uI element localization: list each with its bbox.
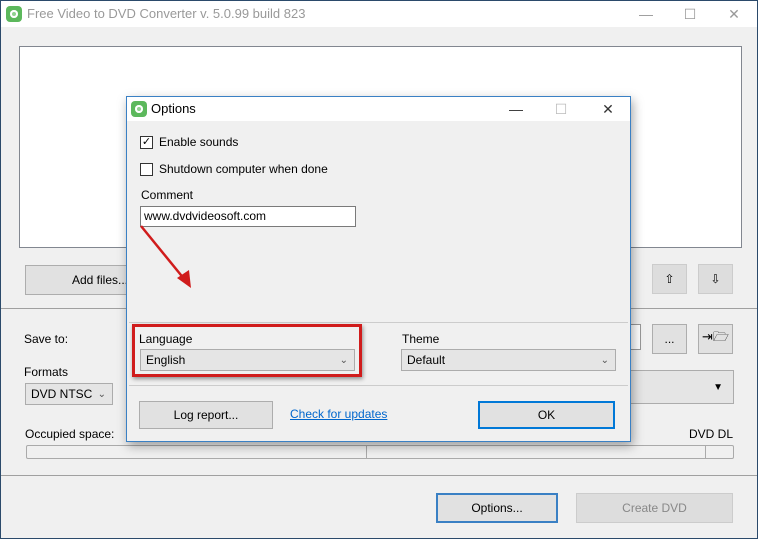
dialog-title: Options [151, 101, 196, 116]
options-button[interactable]: Options... [436, 493, 558, 523]
language-label: Language [139, 332, 193, 346]
comment-label: Comment [141, 188, 194, 202]
divider [129, 385, 628, 386]
log-report-button[interactable]: Log report... [139, 401, 273, 429]
minimize-button[interactable]: — [631, 4, 661, 24]
options-dialog: Options — ☐ ✕ ✓ Enable sounds Shutdown c… [126, 96, 631, 442]
occupied-space-bar [26, 445, 734, 459]
move-down-button[interactable]: ⇩ [698, 264, 733, 294]
theme-label: Theme [402, 332, 440, 346]
format-value: DVD NTSC [31, 387, 93, 401]
move-up-button[interactable]: ⇧ [652, 264, 687, 294]
annotation-arrow-icon [140, 225, 191, 288]
language-select[interactable]: English ⌄ [140, 349, 355, 371]
title-bar: Free Video to DVD Converter v. 5.0.99 bu… [1, 1, 757, 27]
create-dvd-button[interactable]: Create DVD [576, 493, 733, 523]
app-logo-icon [6, 6, 22, 22]
chevron-down-icon: ⌄ [339, 354, 348, 366]
dialog-logo-icon [131, 101, 147, 117]
chevron-down-icon: ⌄ [97, 388, 106, 400]
dialog-minimize-button[interactable]: — [501, 99, 531, 119]
close-button[interactable]: ✕ [719, 4, 749, 24]
formats-label: Formats [24, 365, 69, 379]
maximize-button[interactable]: ☐ [675, 4, 705, 24]
language-value: English [146, 353, 186, 367]
divider [1, 475, 757, 476]
enable-sounds-label: Enable sounds [159, 135, 239, 149]
shutdown-checkbox[interactable] [140, 163, 153, 176]
arrow-down-icon: ⇩ [710, 272, 721, 286]
check-updates-link[interactable]: Check for updates [290, 407, 387, 421]
open-folder-button[interactable]: ⇥🗁 [698, 324, 733, 354]
save-to-label: Save to: [24, 332, 69, 346]
dialog-close-button[interactable]: ✕ [593, 99, 623, 119]
ok-button[interactable]: OK [478, 401, 615, 429]
dvd-dl-label: DVD DL [689, 427, 734, 441]
arrow-up-icon: ⇧ [664, 272, 675, 286]
window-title: Free Video to DVD Converter v. 5.0.99 bu… [27, 6, 306, 21]
chevron-down-icon: ⌄ [600, 354, 609, 366]
occupied-space-label: Occupied space: [25, 427, 115, 441]
format-select[interactable]: DVD NTSC ⌄ [25, 383, 113, 405]
theme-select[interactable]: Default ⌄ [401, 349, 616, 371]
browse-button[interactable]: ... [652, 324, 687, 354]
dialog-maximize-button[interactable]: ☐ [546, 99, 576, 119]
enable-sounds-checkbox[interactable]: ✓ [140, 136, 153, 149]
shutdown-label: Shutdown computer when done [159, 162, 328, 176]
theme-value: Default [407, 353, 446, 367]
dialog-title-bar: Options — ☐ ✕ [127, 97, 630, 121]
divider [129, 322, 628, 323]
dropdown-arrow-icon: ▼ [713, 381, 723, 393]
open-folder-icon: ⇥🗁 [701, 329, 729, 344]
